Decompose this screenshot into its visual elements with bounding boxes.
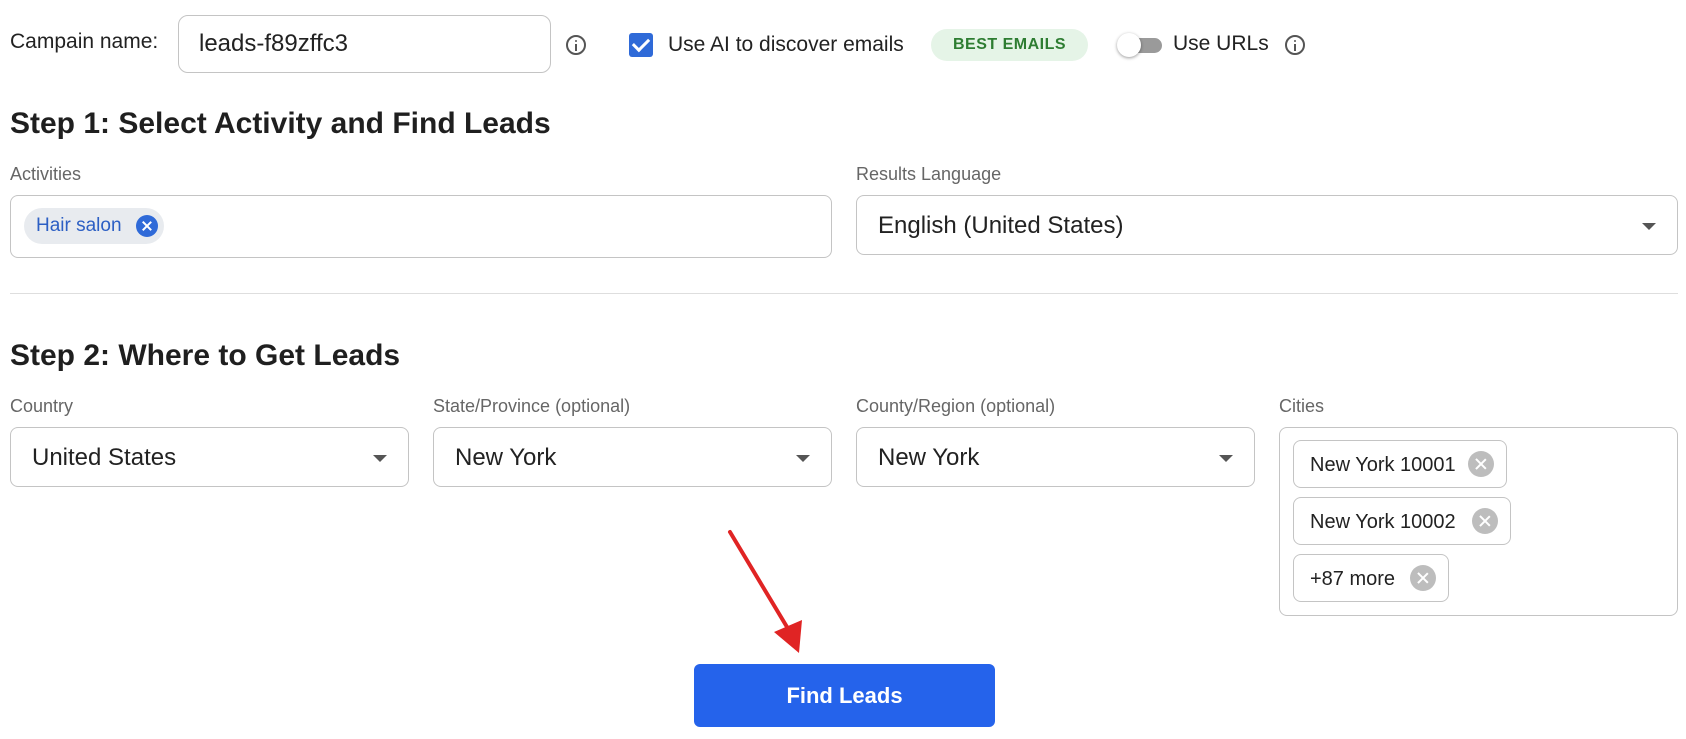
state-label: State/Province (optional) <box>433 396 631 416</box>
cities-label: Cities <box>1279 396 1325 416</box>
county-label: County/Region (optional) <box>856 396 1056 416</box>
results-language-label: Results Language <box>856 164 1002 184</box>
state-value: New York <box>455 444 557 471</box>
use-urls-toggle-thumb[interactable] <box>1117 33 1141 57</box>
best-emails-badge: BEST EMAILS <box>931 29 1088 61</box>
city-chip[interactable]: New York 10001 <box>1293 440 1507 488</box>
city-chip[interactable]: New York 10002 <box>1293 497 1511 545</box>
use-urls-label[interactable]: Use URLs <box>1173 32 1269 56</box>
section-divider <box>10 293 1678 294</box>
results-language-select[interactable]: English (United States) <box>856 195 1678 255</box>
dropdown-caret-icon <box>1219 455 1233 462</box>
results-language-value: English (United States) <box>878 212 1124 239</box>
remove-city-icon[interactable] <box>1468 451 1494 477</box>
activity-chip[interactable]: Hair salon <box>24 208 164 244</box>
country-value: United States <box>32 444 177 471</box>
dropdown-caret-icon <box>1642 223 1656 230</box>
use-ai-checkbox[interactable] <box>629 33 653 57</box>
activity-chip-label: Hair salon <box>36 215 122 236</box>
annotation-arrow <box>728 530 802 653</box>
step1-heading: Step 1: Select Activity and Find Leads <box>10 107 551 140</box>
remove-activity-icon[interactable] <box>136 215 158 237</box>
city-chip-label: New York 10001 <box>1310 454 1456 476</box>
activities-label: Activities <box>10 164 82 184</box>
campaign-name-input[interactable] <box>178 15 551 73</box>
state-select[interactable]: New York <box>433 427 832 487</box>
city-chip-label: New York 10002 <box>1310 511 1456 533</box>
dropdown-caret-icon <box>796 455 810 462</box>
dropdown-caret-icon <box>373 455 387 462</box>
county-value: New York <box>878 444 980 471</box>
use-ai-label[interactable]: Use AI to discover emails <box>668 33 904 57</box>
remove-city-icon[interactable] <box>1472 508 1498 534</box>
find-leads-button[interactable]: Find Leads <box>694 664 995 727</box>
more-cities-label: +87 more <box>1310 568 1396 590</box>
country-select[interactable]: United States <box>10 427 409 487</box>
campaign-name-label: Campain name: <box>10 30 159 53</box>
campaign-info-icon[interactable] <box>566 35 586 55</box>
county-select[interactable]: New York <box>856 427 1255 487</box>
step2-heading: Step 2: Where to Get Leads <box>10 339 401 372</box>
more-cities-chip[interactable]: +87 more <box>1293 554 1449 602</box>
use-urls-info-icon[interactable] <box>1285 35 1305 55</box>
country-label: Country <box>10 396 74 416</box>
remove-city-icon[interactable] <box>1410 565 1436 591</box>
